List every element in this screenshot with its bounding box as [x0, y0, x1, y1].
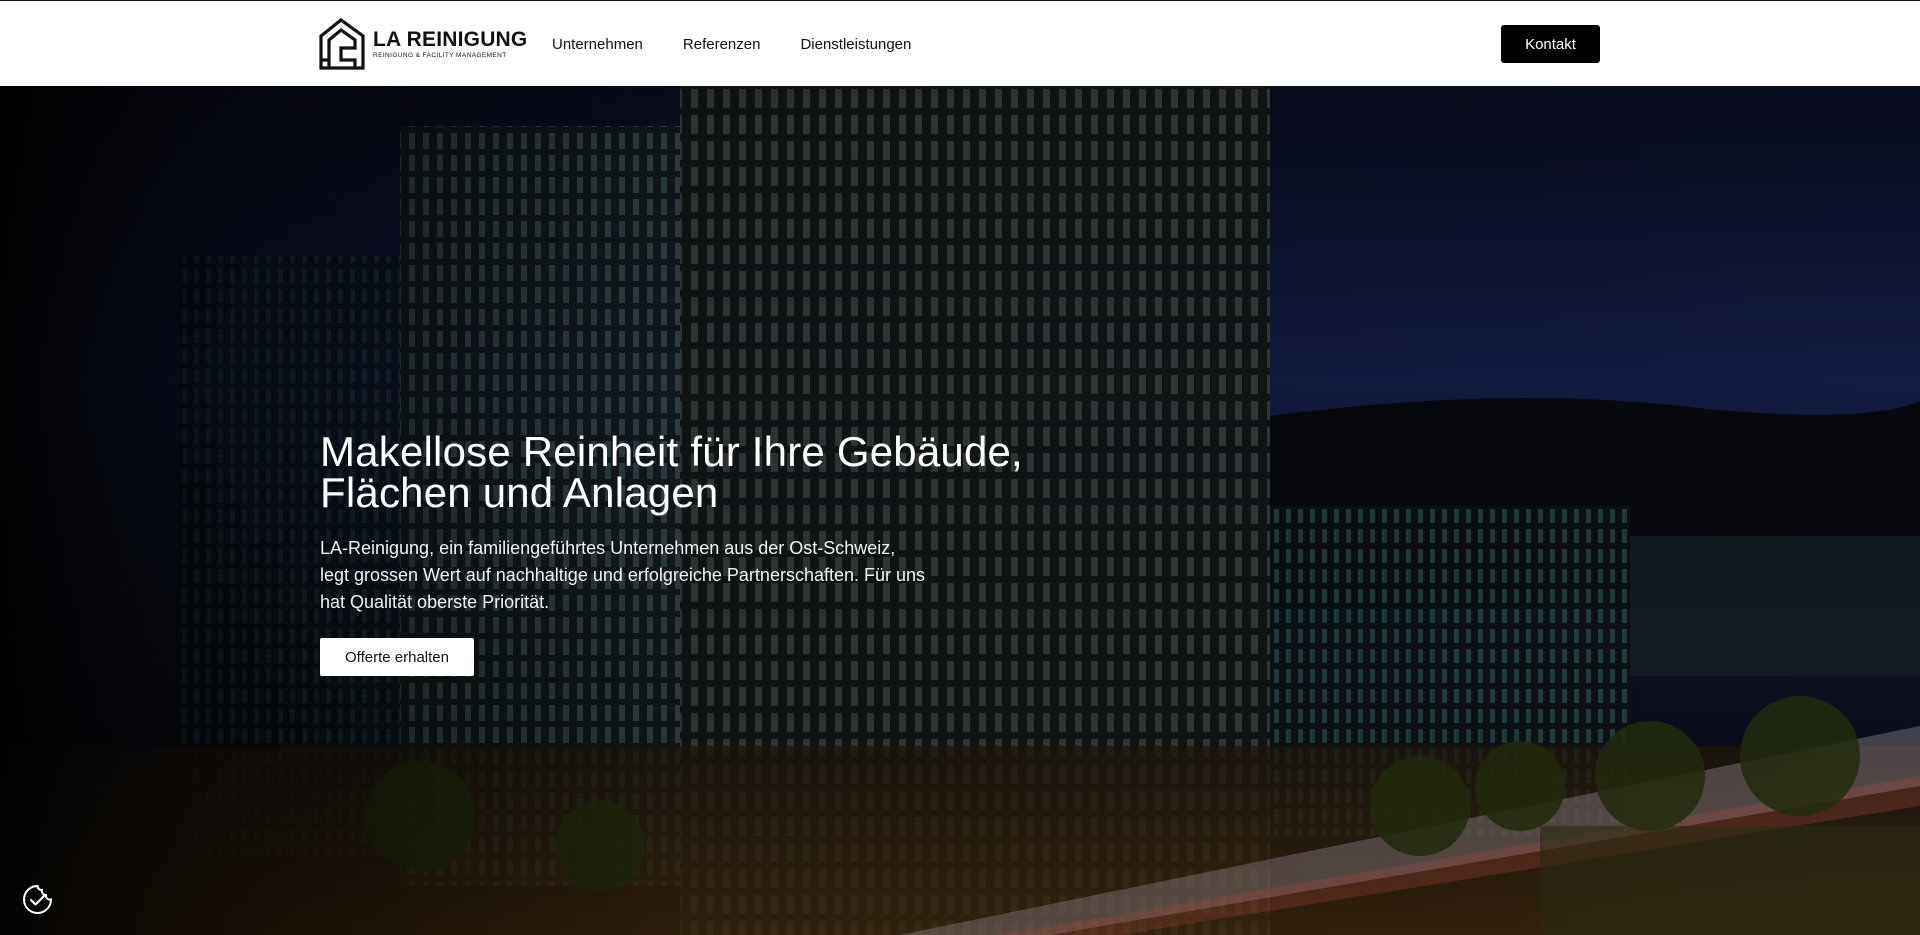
cookie-consent-button[interactable]: [22, 884, 53, 915]
contact-button[interactable]: Kontakt: [1501, 25, 1600, 63]
hero-title: Makellose Reinheit für Ihre Gebäude, Flä…: [320, 428, 1080, 516]
building-logo-icon: [319, 18, 365, 70]
logo-title: LA REINIGUNG: [373, 27, 528, 51]
main-nav: Unternehmen Referenzen Dienstleistungen: [552, 1, 951, 87]
nav-item-referenzen[interactable]: Referenzen: [683, 36, 761, 53]
hero-content: Makellose Reinheit für Ihre Gebäude, Flä…: [320, 431, 1080, 676]
hero-description-line: LA-Reinigung, ein familiengeführtes Unte…: [320, 538, 896, 558]
nav-item-unternehmen[interactable]: Unternehmen: [552, 36, 643, 53]
hero-title-line: Makellose Reinheit für Ihre Gebäude,: [320, 428, 1023, 475]
nav-item-dienstleistungen[interactable]: Dienstleistungen: [800, 36, 911, 53]
hero-section: Makellose Reinheit für Ihre Gebäude, Flä…: [0, 86, 1920, 935]
site-header: LA REINIGUNG REINIGUNG & FACILITY MANAGE…: [0, 0, 1920, 86]
hero-description: LA-Reinigung, ein familiengeführtes Unte…: [320, 535, 980, 616]
cookie-consent-icon: [23, 884, 53, 914]
hero-description-line: legt grossen Wert auf nachhaltige und er…: [320, 565, 926, 585]
hero-title-line: Flächen und Anlagen: [320, 469, 719, 516]
get-offer-button[interactable]: Offerte erhalten: [320, 638, 474, 676]
hero-description-line: hat Qualität oberste Priorität.: [320, 592, 550, 612]
logo[interactable]: LA REINIGUNG REINIGUNG & FACILITY MANAGE…: [319, 18, 527, 70]
logo-subtitle: REINIGUNG & FACILITY MANAGEMENT: [373, 51, 507, 59]
